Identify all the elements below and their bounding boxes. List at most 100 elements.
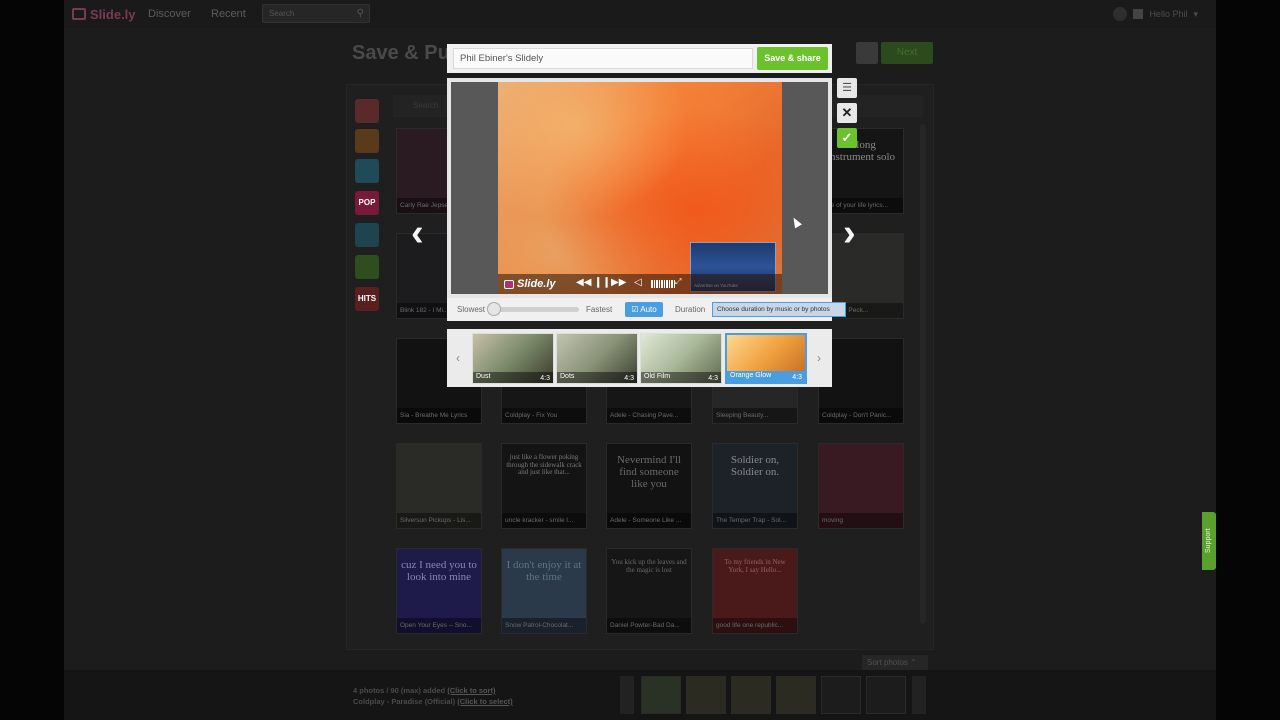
song-tile[interactable]: cuz I need you to look into mine Open You… — [396, 548, 482, 634]
save-and-share-button[interactable]: Save & share — [757, 47, 828, 70]
speed-slider[interactable] — [491, 307, 579, 312]
strip-empty-slot[interactable] — [821, 676, 861, 714]
auto-speed-button[interactable]: ☑ Auto — [625, 302, 663, 317]
user-greeting: Hello Phil — [1149, 9, 1188, 19]
song-tile-caption: The Temper Trap - Sol... — [713, 513, 797, 528]
confirm-check-icon[interactable]: ✓ — [837, 128, 857, 148]
song-tile[interactable]: I don't enjoy it at the time Snow Patrol-… — [501, 548, 587, 634]
song-line: Coldplay - Paradise (Official) (Click to… — [353, 697, 513, 706]
style-picker: ‹ Dust 4:3 Dots 4:3 Old Film 4:3 Orange Glow 4:… — [447, 329, 832, 387]
fastest-label: Fastest — [586, 305, 613, 314]
style-ratio: 4:3 — [540, 375, 550, 382]
site-logo[interactable]: Slide.ly — [72, 6, 136, 22]
style-ratio: 4:3 — [792, 374, 802, 381]
song-tile-caption: moving — [819, 513, 903, 528]
modal-title-bar: Phil Ebiner's Slidely Save & share — [447, 44, 832, 73]
style-prev-arrow-icon[interactable]: ‹ — [456, 351, 460, 365]
player-controls: Slide.ly ◀◀ ❙❙ ▶▶ ◁ ⤢ — [498, 274, 782, 294]
close-icon[interactable]: ✕ — [837, 103, 857, 123]
style-name: Orange Glow — [730, 372, 772, 379]
support-label: Support — [1205, 528, 1212, 554]
song-tile-lyric: You kick up the leaves and the magic is … — [611, 558, 687, 574]
style-option[interactable]: Dots 4:3 — [556, 333, 638, 384]
strip-photo-thumb[interactable] — [641, 676, 681, 714]
song-tile[interactable]: To my friends in New York, I say Hello..… — [712, 548, 798, 634]
song-tile[interactable]: Silversun Pickups - Lis... — [396, 443, 482, 529]
style-option[interactable]: Dust 4:3 — [472, 333, 554, 384]
song-tile-caption: Coldplay - Don't Panic... — [819, 408, 903, 423]
song-title: Coldplay - Paradise (Official) — [353, 697, 456, 706]
spotify-icon[interactable] — [355, 255, 379, 279]
pop-icon[interactable]: POP — [355, 191, 379, 215]
soundcloud-icon[interactable] — [355, 129, 379, 153]
song-tile-caption: Adele - Someone Like ... — [607, 513, 691, 528]
next-button[interactable]: Next — [881, 42, 933, 64]
mixcloud-icon[interactable] — [355, 223, 379, 247]
search-icon[interactable]: ⚲ — [357, 8, 364, 19]
volume-icon[interactable]: ◁ — [634, 277, 642, 288]
strip-photo-thumb[interactable] — [776, 676, 816, 714]
song-tile-lyric: Soldier on, Soldier on. — [730, 454, 780, 479]
slidely-logo-icon — [504, 279, 514, 289]
strip-scroll-left[interactable] — [620, 676, 634, 714]
player-brand: Slide.ly — [504, 278, 556, 290]
sort-photos-button[interactable]: Sort photos ⌃ — [862, 655, 928, 670]
list-icon[interactable]: ☰ — [837, 78, 857, 98]
hits-icon[interactable]: HITS — [355, 287, 379, 311]
duration-label: Duration — [675, 305, 706, 314]
song-tile[interactable]: moving — [818, 443, 904, 529]
search-placeholder: Search — [269, 9, 295, 18]
nav-discover[interactable]: Discover — [148, 8, 191, 20]
fullscreen-icon[interactable]: ⤢ — [675, 277, 681, 287]
strip-photo-thumb[interactable] — [686, 676, 726, 714]
rewind-icon[interactable]: ◀◀ — [576, 277, 591, 288]
photo-count-line: 4 photos / 90 (max) added (Click to sort… — [353, 686, 496, 695]
grooveshark-icon[interactable] — [355, 159, 379, 183]
previous-slide-arrow-icon[interactable]: ‹ — [411, 214, 424, 252]
song-tile[interactable]: Nevermind I'll find someone like you Adel… — [606, 443, 692, 529]
strip-empty-slot[interactable] — [866, 676, 906, 714]
style-option[interactable]: Orange Glow 4:3 — [725, 333, 807, 384]
song-tile[interactable]: You kick up the leaves and the magic is … — [606, 548, 692, 634]
song-tile-caption: uncle kracker - smile l... — [502, 513, 586, 528]
video-player: Advertise on YouTube Slide.ly ◀◀ ❙❙ ▶▶ ◁… — [451, 82, 828, 294]
search-input[interactable]: Search ⚲ — [262, 4, 370, 23]
support-tab[interactable]: Support — [1202, 512, 1216, 570]
slideshow-title-input[interactable]: Phil Ebiner's Slidely — [453, 48, 753, 69]
lastfm-icon[interactable] — [355, 99, 379, 123]
nav-recent[interactable]: Recent — [211, 8, 246, 20]
forward-icon[interactable]: ▶▶ — [611, 277, 626, 288]
duration-select[interactable]: Choose duration by music or by photos — [712, 302, 846, 317]
logo-text: Slide.ly — [90, 6, 136, 22]
style-option[interactable]: Old Film 4:3 — [640, 333, 722, 384]
song-tile[interactable]: Soldier on, Soldier on. The Temper Trap -… — [712, 443, 798, 529]
click-to-sort-link[interactable]: (Click to sort) — [447, 686, 495, 695]
avatar — [1133, 9, 1144, 19]
speed-slider-handle[interactable] — [487, 302, 501, 316]
volume-slider[interactable] — [651, 280, 675, 288]
chevron-down-icon: ▾ — [1193, 8, 1198, 19]
pause-icon[interactable]: ❙❙ — [594, 277, 611, 288]
song-tile-caption: Snow Patrol-Chocolat... — [502, 618, 586, 633]
top-navigation-bar: Slide.ly Discover Recent Search ⚲ Hello … — [64, 0, 1216, 28]
song-tile[interactable]: just like a flower poking through the si… — [501, 443, 587, 529]
strip-photo-thumb[interactable] — [731, 676, 771, 714]
song-tile-caption: Coldplay - Fix You — [502, 408, 586, 423]
style-name: Old Film — [644, 373, 671, 380]
next-slide-arrow-icon[interactable]: › — [843, 214, 856, 252]
user-menu[interactable]: Hello Phil ▾ — [1113, 7, 1198, 21]
photo-count: 4 photos / 90 (max) added — [353, 686, 446, 695]
slowest-label: Slowest — [457, 305, 486, 314]
click-to-select-link[interactable]: (Click to select) — [457, 697, 512, 706]
strip-scroll-right[interactable] — [912, 676, 926, 714]
source-label: POP — [358, 198, 376, 207]
preview-button[interactable] — [856, 42, 878, 64]
page-title: Save & Pu — [352, 42, 450, 64]
auto-check-icon: ☑ — [631, 305, 641, 314]
content-scrollbar[interactable] — [920, 124, 926, 624]
style-next-arrow-icon[interactable]: › — [817, 351, 821, 365]
song-tile-lyric: Nevermind I'll find someone like you — [617, 454, 681, 491]
song-tile-caption: good life one republic... — [713, 618, 797, 633]
notification-icon[interactable] — [1113, 7, 1128, 21]
song-tile-caption: Daniel Powter-Bad Da... — [607, 618, 691, 633]
